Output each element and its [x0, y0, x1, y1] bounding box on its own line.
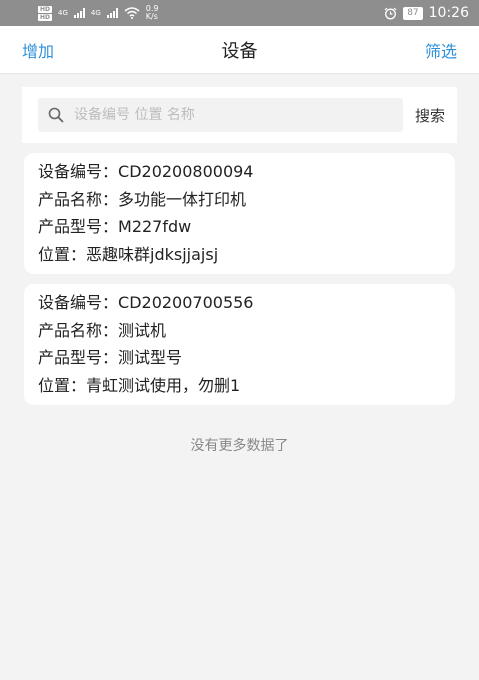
product-model-row: 产品型号：M227fdw [38, 213, 441, 241]
hd-badge-1: HD [38, 5, 53, 13]
product-model-value: 测试型号 [118, 348, 183, 367]
device-code-label: 设备编号： [38, 162, 119, 181]
no-more-data-text: 没有更多数据了 [190, 438, 289, 454]
search-icon [48, 107, 64, 123]
network-label-2: 4G [90, 9, 101, 17]
search-panel: 搜索 [22, 87, 457, 143]
product-model-row: 产品型号：测试型号 [38, 344, 441, 372]
location-label: 位置： [38, 244, 87, 264]
location-value: 青虹测试使用，勿删1 [86, 375, 241, 395]
product-model-value: M227fdw [118, 217, 192, 236]
search-box[interactable] [38, 98, 403, 132]
alarm-icon [384, 7, 397, 19]
page-title: 设备 [221, 40, 258, 62]
product-name-row: 产品名称：多功能一体打印机 [38, 186, 441, 214]
battery-icon: 87 [403, 6, 423, 20]
network-label-1: 4G [58, 9, 68, 17]
nav-header: 增加 设备 筛选 [0, 26, 479, 74]
search-button[interactable]: 搜索 [415, 105, 445, 126]
signal-icon-2 [106, 8, 118, 18]
filter-button[interactable]: 筛选 [425, 38, 457, 62]
hd-badges: HD HD [38, 5, 53, 21]
product-name-value: 多功能一体打印机 [118, 189, 247, 209]
location-label: 位置： [38, 375, 87, 395]
device-card[interactable]: 设备编号：CD20200800094 产品名称：多功能一体打印机 产品型号：M2… [24, 153, 455, 274]
signal-icon [73, 8, 85, 18]
product-name-value: 测试机 [118, 320, 167, 340]
battery-level: 87 [407, 7, 419, 18]
product-model-label: 产品型号： [38, 348, 119, 367]
status-right: 87 10:26 [384, 5, 469, 21]
status-left: HD HD 4G 4G 0.9 K/s [38, 5, 159, 21]
search-input[interactable] [72, 106, 393, 124]
product-name-label: 产品名称： [38, 189, 119, 209]
product-model-label: 产品型号： [38, 217, 119, 236]
location-row: 位置：青虹测试使用，勿删1 [38, 372, 441, 400]
clock: 10:26 [428, 5, 469, 21]
wifi-icon [124, 7, 140, 19]
add-button[interactable]: 增加 [22, 38, 54, 62]
location-value: 恶趣味群jdksjjajsj [86, 244, 219, 264]
net-speed: 0.9 K/s [146, 5, 159, 21]
device-code-row: 设备编号：CD20200800094 [38, 158, 441, 186]
hd-badge-2: HD [38, 13, 53, 21]
device-code-value: CD20200700556 [118, 293, 254, 312]
device-code-value: CD20200800094 [118, 162, 254, 181]
product-name-label: 产品名称： [38, 320, 119, 340]
device-card[interactable]: 设备编号：CD20200700556 产品名称：测试机 产品型号：测试型号 位置… [24, 284, 455, 405]
device-code-row: 设备编号：CD20200700556 [38, 289, 441, 317]
status-bar: HD HD 4G 4G 0.9 K/s 87 10:26 [0, 0, 479, 26]
device-code-label: 设备编号： [38, 293, 119, 312]
product-name-row: 产品名称：测试机 [38, 317, 441, 345]
net-speed-unit: K/s [145, 12, 158, 21]
location-row: 位置：恶趣味群jdksjjajsj [38, 241, 441, 269]
